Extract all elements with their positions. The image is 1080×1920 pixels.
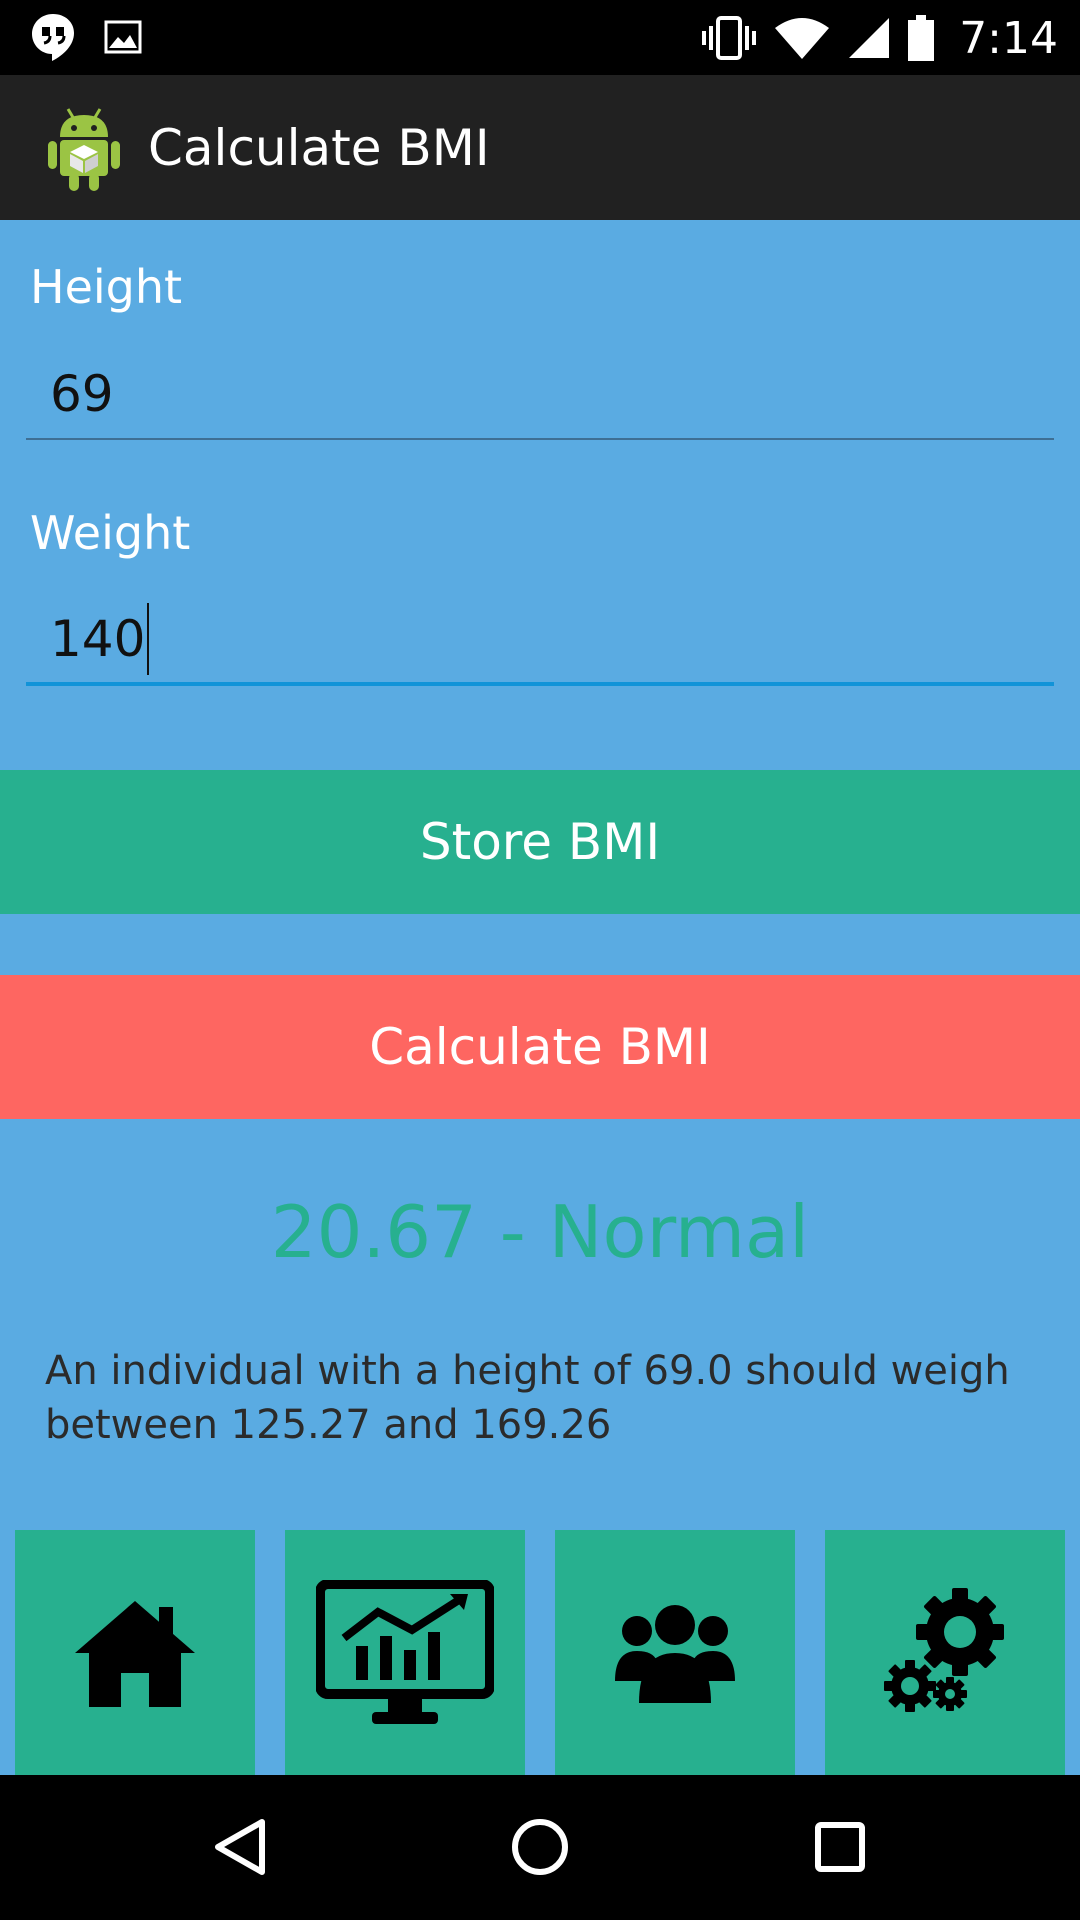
recents-button[interactable] bbox=[790, 1797, 890, 1897]
battery-icon bbox=[908, 15, 935, 61]
weight-label: Weight bbox=[30, 506, 191, 560]
status-time: 7:14 bbox=[959, 12, 1058, 64]
wifi-icon bbox=[775, 18, 830, 59]
tile-settings[interactable] bbox=[825, 1530, 1065, 1775]
signal-icon bbox=[849, 18, 890, 58]
vibrate-icon bbox=[702, 16, 757, 60]
tile-home[interactable] bbox=[15, 1530, 255, 1775]
home-icon bbox=[75, 1600, 195, 1707]
android-app-icon bbox=[48, 107, 120, 191]
app-title: Calculate BMI bbox=[148, 118, 490, 177]
chart-monitor-icon bbox=[316, 1579, 494, 1724]
height-label: Height bbox=[30, 260, 183, 314]
calculate-bmi-button[interactable]: Calculate BMI bbox=[0, 975, 1080, 1119]
weight-field[interactable]: 140 bbox=[26, 596, 1054, 686]
main-content: Height 69 Weight 140 Store BMI Calculate… bbox=[0, 220, 1080, 1775]
recents-icon bbox=[815, 1822, 865, 1872]
tile-users[interactable] bbox=[555, 1530, 795, 1775]
calculate-bmi-label: Calculate BMI bbox=[369, 1018, 711, 1076]
settings-gears-icon bbox=[884, 1587, 1004, 1712]
home-nav-button[interactable] bbox=[490, 1797, 590, 1897]
home-circle-icon bbox=[512, 1819, 568, 1875]
back-button[interactable] bbox=[190, 1797, 290, 1897]
action-bar: Calculate BMI bbox=[0, 75, 1080, 220]
bmi-result: 20.67 - Normal bbox=[270, 1190, 810, 1274]
store-bmi-label: Store BMI bbox=[419, 813, 661, 871]
store-bmi-button[interactable]: Store BMI bbox=[0, 770, 1080, 914]
users-icon bbox=[615, 1604, 735, 1703]
navigation-bar bbox=[0, 1775, 1080, 1920]
status-bar: 7:14 bbox=[0, 0, 1080, 75]
height-field[interactable]: 69 bbox=[26, 350, 1054, 440]
text-cursor bbox=[147, 603, 150, 675]
back-icon bbox=[215, 1819, 265, 1875]
hangouts-icon bbox=[32, 14, 74, 61]
tile-menu bbox=[0, 1530, 1080, 1775]
height-value: 69 bbox=[50, 365, 114, 423]
weight-value: 140 bbox=[50, 610, 146, 668]
image-notification-icon bbox=[104, 20, 142, 54]
tile-statistics[interactable] bbox=[285, 1530, 525, 1775]
weight-advice: An individual with a height of 69.0 shou… bbox=[45, 1348, 1010, 1448]
